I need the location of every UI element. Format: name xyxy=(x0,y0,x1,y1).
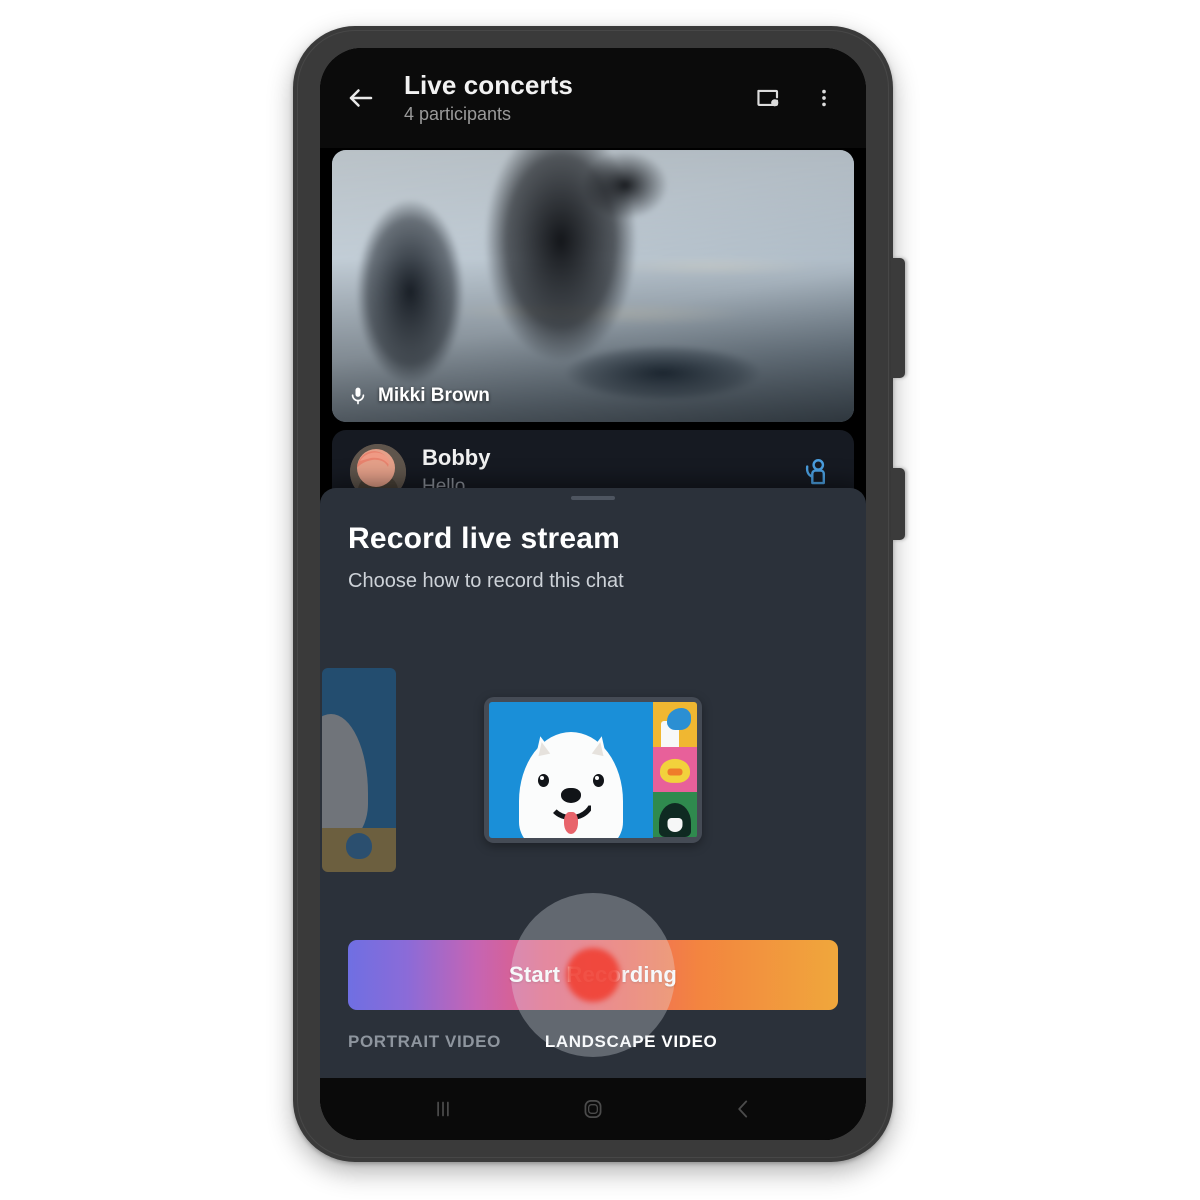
record-button-container: Start Recording xyxy=(348,893,838,1057)
video-speaker-label: Mikki Brown xyxy=(348,384,490,408)
start-recording-button[interactable]: Start Recording xyxy=(348,940,838,1010)
home-icon[interactable] xyxy=(567,1088,619,1130)
dog-chest xyxy=(540,836,602,838)
messaging-app: Live concerts 4 participants Mikki Brown… xyxy=(320,48,866,1140)
tab-landscape-video[interactable]: LANDSCAPE VIDEO xyxy=(545,1032,717,1052)
dog-eye-right xyxy=(538,773,549,787)
portrait-video-illustration[interactable] xyxy=(322,667,396,872)
video-overlay-gradient xyxy=(332,150,854,422)
person-avatar-icon xyxy=(653,792,697,838)
recents-icon[interactable] xyxy=(417,1088,469,1130)
illustration-carousel xyxy=(322,599,838,940)
system-navigation-bar xyxy=(320,1078,866,1140)
screenshot-stage: Live concerts 4 participants Mikki Brown… xyxy=(0,0,1200,1200)
back-chevron-icon[interactable] xyxy=(717,1088,769,1130)
sheet-subtitle: Choose how to record this chat xyxy=(348,570,624,592)
more-vertical-icon[interactable] xyxy=(802,76,846,120)
power-button[interactable] xyxy=(891,468,905,540)
microphone-icon xyxy=(351,387,365,405)
bird-avatar-icon xyxy=(653,701,697,747)
volume-button[interactable] xyxy=(891,258,905,378)
participant-count: 4 participants xyxy=(404,104,512,125)
dog-ear-inner-left xyxy=(535,740,551,756)
sender-name: Bobby xyxy=(422,445,491,471)
dog-tongue xyxy=(564,811,578,834)
speaker-name: Mikki Brown xyxy=(378,385,490,406)
participant-thumbnail-strip xyxy=(653,701,697,838)
dog-ear-inner-right xyxy=(591,740,607,756)
portrait-side-tile xyxy=(322,827,396,872)
duck-avatar-icon xyxy=(653,746,697,793)
raise-hand-icon[interactable] xyxy=(796,452,836,492)
app-bar-titles: Live concerts 4 participants xyxy=(384,71,746,125)
dog-nose xyxy=(561,787,581,803)
picture-in-picture-icon[interactable] xyxy=(746,76,790,120)
app-bar: Live concerts 4 participants xyxy=(320,48,866,148)
dog-avatar-icon xyxy=(489,701,653,838)
video-tile[interactable]: Mikki Brown xyxy=(332,150,854,422)
dog-body xyxy=(519,731,623,838)
arrow-left-icon[interactable] xyxy=(338,75,384,121)
landscape-video-illustration[interactable] xyxy=(484,696,702,843)
dog-eye-left xyxy=(593,773,604,787)
phone-device-frame: Live concerts 4 participants Mikki Brown… xyxy=(293,26,905,1162)
phone-screen: Live concerts 4 participants Mikki Brown… xyxy=(320,48,866,1140)
portrait-main-tile xyxy=(322,667,396,828)
record-live-stream-sheet: Record live stream Choose how to record … xyxy=(320,488,866,1078)
page-title: Live concerts xyxy=(404,70,573,100)
record-mode-tabs: PORTRAIT VIDEO LANDSCAPE VIDEO xyxy=(348,1032,838,1078)
tab-portrait-video[interactable]: PORTRAIT VIDEO xyxy=(348,1032,501,1052)
sheet-drag-handle[interactable] xyxy=(571,496,615,500)
sheet-title: Record live stream xyxy=(348,522,621,555)
